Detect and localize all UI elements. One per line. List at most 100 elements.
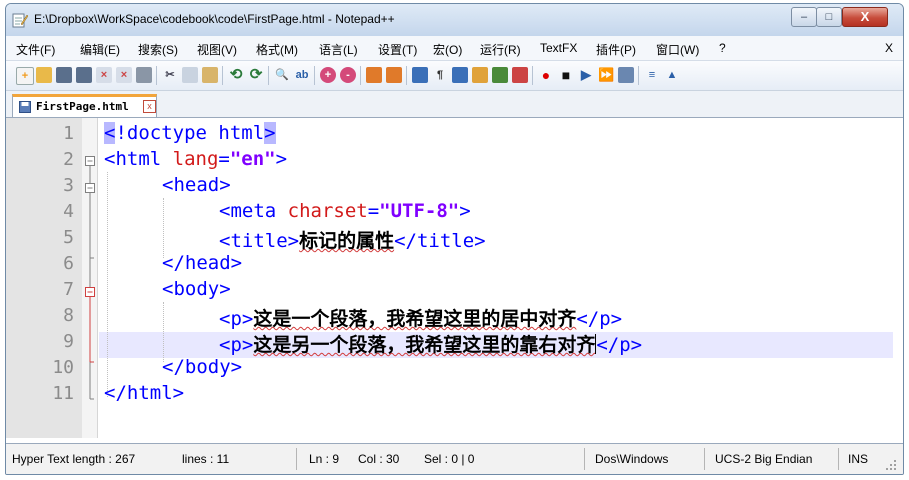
redo-icon[interactable]: ⟳ — [248, 67, 264, 83]
menu-format[interactable]: 格式(M) — [256, 41, 298, 58]
menu-textfx[interactable]: TextFX — [540, 41, 577, 55]
string-token: "en" — [229, 148, 276, 170]
code-line[interactable]: <meta charset="UTF-8"> — [219, 200, 471, 222]
save-icon[interactable] — [56, 67, 72, 83]
zoom-in-icon[interactable]: + — [320, 67, 336, 83]
tag-token: <p> — [219, 308, 254, 330]
brace-match: < — [104, 122, 116, 144]
function-list-icon[interactable] — [512, 67, 528, 83]
close-button[interactable]: X — [842, 7, 888, 27]
menu-language[interactable]: 语言(L) — [319, 41, 358, 58]
textfx-up-icon[interactable]: ▲ — [664, 67, 680, 83]
code-line[interactable]: <body> — [162, 278, 231, 300]
menu-help[interactable]: ? — [719, 41, 726, 55]
sync-vertical-icon[interactable] — [366, 67, 382, 83]
tag-token: </title> — [394, 230, 486, 252]
close-file-icon[interactable]: × — [96, 67, 112, 83]
show-all-chars-icon[interactable]: ¶ — [432, 67, 448, 83]
line-number: 7 — [63, 279, 74, 300]
text-content: 标记的属性 — [299, 230, 395, 252]
code-line[interactable]: <html lang="en"> — [104, 148, 287, 170]
status-selection: Sel : 0 | 0 — [424, 452, 475, 466]
stop-macro-icon[interactable]: ■ — [558, 67, 574, 83]
attr-token: lang — [172, 148, 219, 170]
document-map-icon[interactable] — [492, 67, 508, 83]
line-number: 4 — [63, 201, 74, 222]
resize-grip-icon[interactable] — [884, 458, 898, 472]
close-all-icon[interactable]: × — [116, 67, 132, 83]
status-separator — [704, 448, 705, 470]
tab-close-icon[interactable]: x — [143, 100, 156, 113]
code-editor[interactable]: 1 2 3 4 5 6 7 8 9 10 11 <!doctype html> … — [6, 118, 903, 438]
play-macro-icon[interactable]: ▶ — [578, 67, 594, 83]
line-number: 6 — [63, 253, 74, 274]
menu-window[interactable]: 窗口(W) — [656, 41, 699, 58]
print-icon[interactable] — [136, 67, 152, 83]
saved-file-icon — [19, 101, 31, 113]
tag-token: > — [275, 148, 288, 170]
copy-icon[interactable] — [182, 67, 198, 83]
find-icon[interactable]: 🔍 — [274, 67, 290, 83]
text-content: 这是另一个段落，我希望这里的靠右对齐 — [253, 334, 596, 356]
tag-token: <html — [104, 148, 173, 170]
status-eol-format: Dos\Windows — [595, 452, 669, 466]
title-bar[interactable]: E:\Dropbox\WorkSpace\codebook\code\First… — [6, 4, 903, 36]
cut-icon[interactable]: ✂ — [162, 67, 178, 83]
eq-token: = — [218, 148, 230, 170]
status-encoding: UCS-2 Big Endian — [715, 452, 813, 466]
menu-close-doc-icon[interactable]: X — [885, 41, 893, 55]
tag-token: </body> — [162, 356, 243, 378]
attr-token: charset — [287, 200, 368, 222]
menu-edit[interactable]: 编辑(E) — [80, 41, 120, 58]
tag-token: </head> — [162, 252, 243, 274]
tag-token: <head> — [162, 174, 231, 196]
textfx-sort-icon[interactable]: ≡ — [644, 67, 660, 83]
code-line[interactable]: </html> — [104, 382, 184, 404]
status-bar: Hyper Text length : 267 lines : 11 Ln : … — [6, 443, 903, 474]
menu-file[interactable]: 文件(F) — [16, 41, 55, 58]
toolbar-separator — [532, 66, 533, 85]
record-macro-icon[interactable]: ● — [538, 67, 554, 83]
minimize-icon: – — [800, 11, 808, 23]
menu-plugins[interactable]: 插件(P) — [596, 41, 636, 58]
menu-run[interactable]: 运行(R) — [480, 41, 521, 58]
undo-icon[interactable]: ⟲ — [228, 67, 244, 83]
tag-token: <p> — [219, 334, 254, 356]
tag-token: </html> — [104, 382, 185, 404]
replace-icon[interactable]: ab — [294, 67, 310, 83]
open-file-icon[interactable] — [36, 67, 52, 83]
code-line[interactable]: <p>这是另一个段落，我希望这里的靠右对齐</p> — [219, 330, 642, 357]
zoom-out-icon[interactable]: - — [340, 67, 356, 83]
code-line[interactable]: <!doctype html> — [104, 122, 276, 144]
tab-firstpage[interactable]: FirstPage.html x — [12, 94, 157, 117]
code-line[interactable]: <title>标记的属性</title> — [219, 226, 486, 253]
menu-macro[interactable]: 宏(O) — [433, 41, 462, 58]
string-token: "UTF-8" — [379, 200, 460, 222]
save-macro-icon[interactable] — [618, 67, 634, 83]
code-line[interactable]: <head> — [162, 174, 231, 196]
minimize-button[interactable]: – — [791, 7, 817, 27]
user-defined-lang-icon[interactable] — [472, 67, 488, 83]
status-separator — [584, 448, 585, 470]
code-line[interactable]: <p>这是一个段落，我希望这里的居中对齐</p> — [219, 304, 622, 331]
paste-icon[interactable] — [202, 67, 218, 83]
word-wrap-icon[interactable] — [412, 67, 428, 83]
toolbar-separator — [314, 66, 315, 85]
toolbar-separator — [360, 66, 361, 85]
line-number: 10 — [52, 357, 74, 378]
close-icon: X — [860, 9, 870, 24]
maximize-button[interactable]: □ — [816, 7, 842, 27]
menu-search[interactable]: 搜索(S) — [138, 41, 178, 58]
line-number: 8 — [63, 305, 74, 326]
save-all-icon[interactable] — [76, 67, 92, 83]
line-number: 1 — [63, 123, 74, 144]
sync-horizontal-icon[interactable] — [386, 67, 402, 83]
menu-settings[interactable]: 设置(T) — [378, 41, 417, 58]
run-macro-multiple-icon[interactable]: ⏩ — [598, 67, 614, 83]
code-line[interactable]: </head> — [162, 252, 242, 274]
menu-view[interactable]: 视图(V) — [197, 41, 237, 58]
code-line[interactable]: </body> — [162, 356, 242, 378]
toolbar-separator — [638, 66, 639, 85]
new-file-icon[interactable]: + — [16, 67, 34, 85]
indent-guide-icon[interactable] — [452, 67, 468, 83]
